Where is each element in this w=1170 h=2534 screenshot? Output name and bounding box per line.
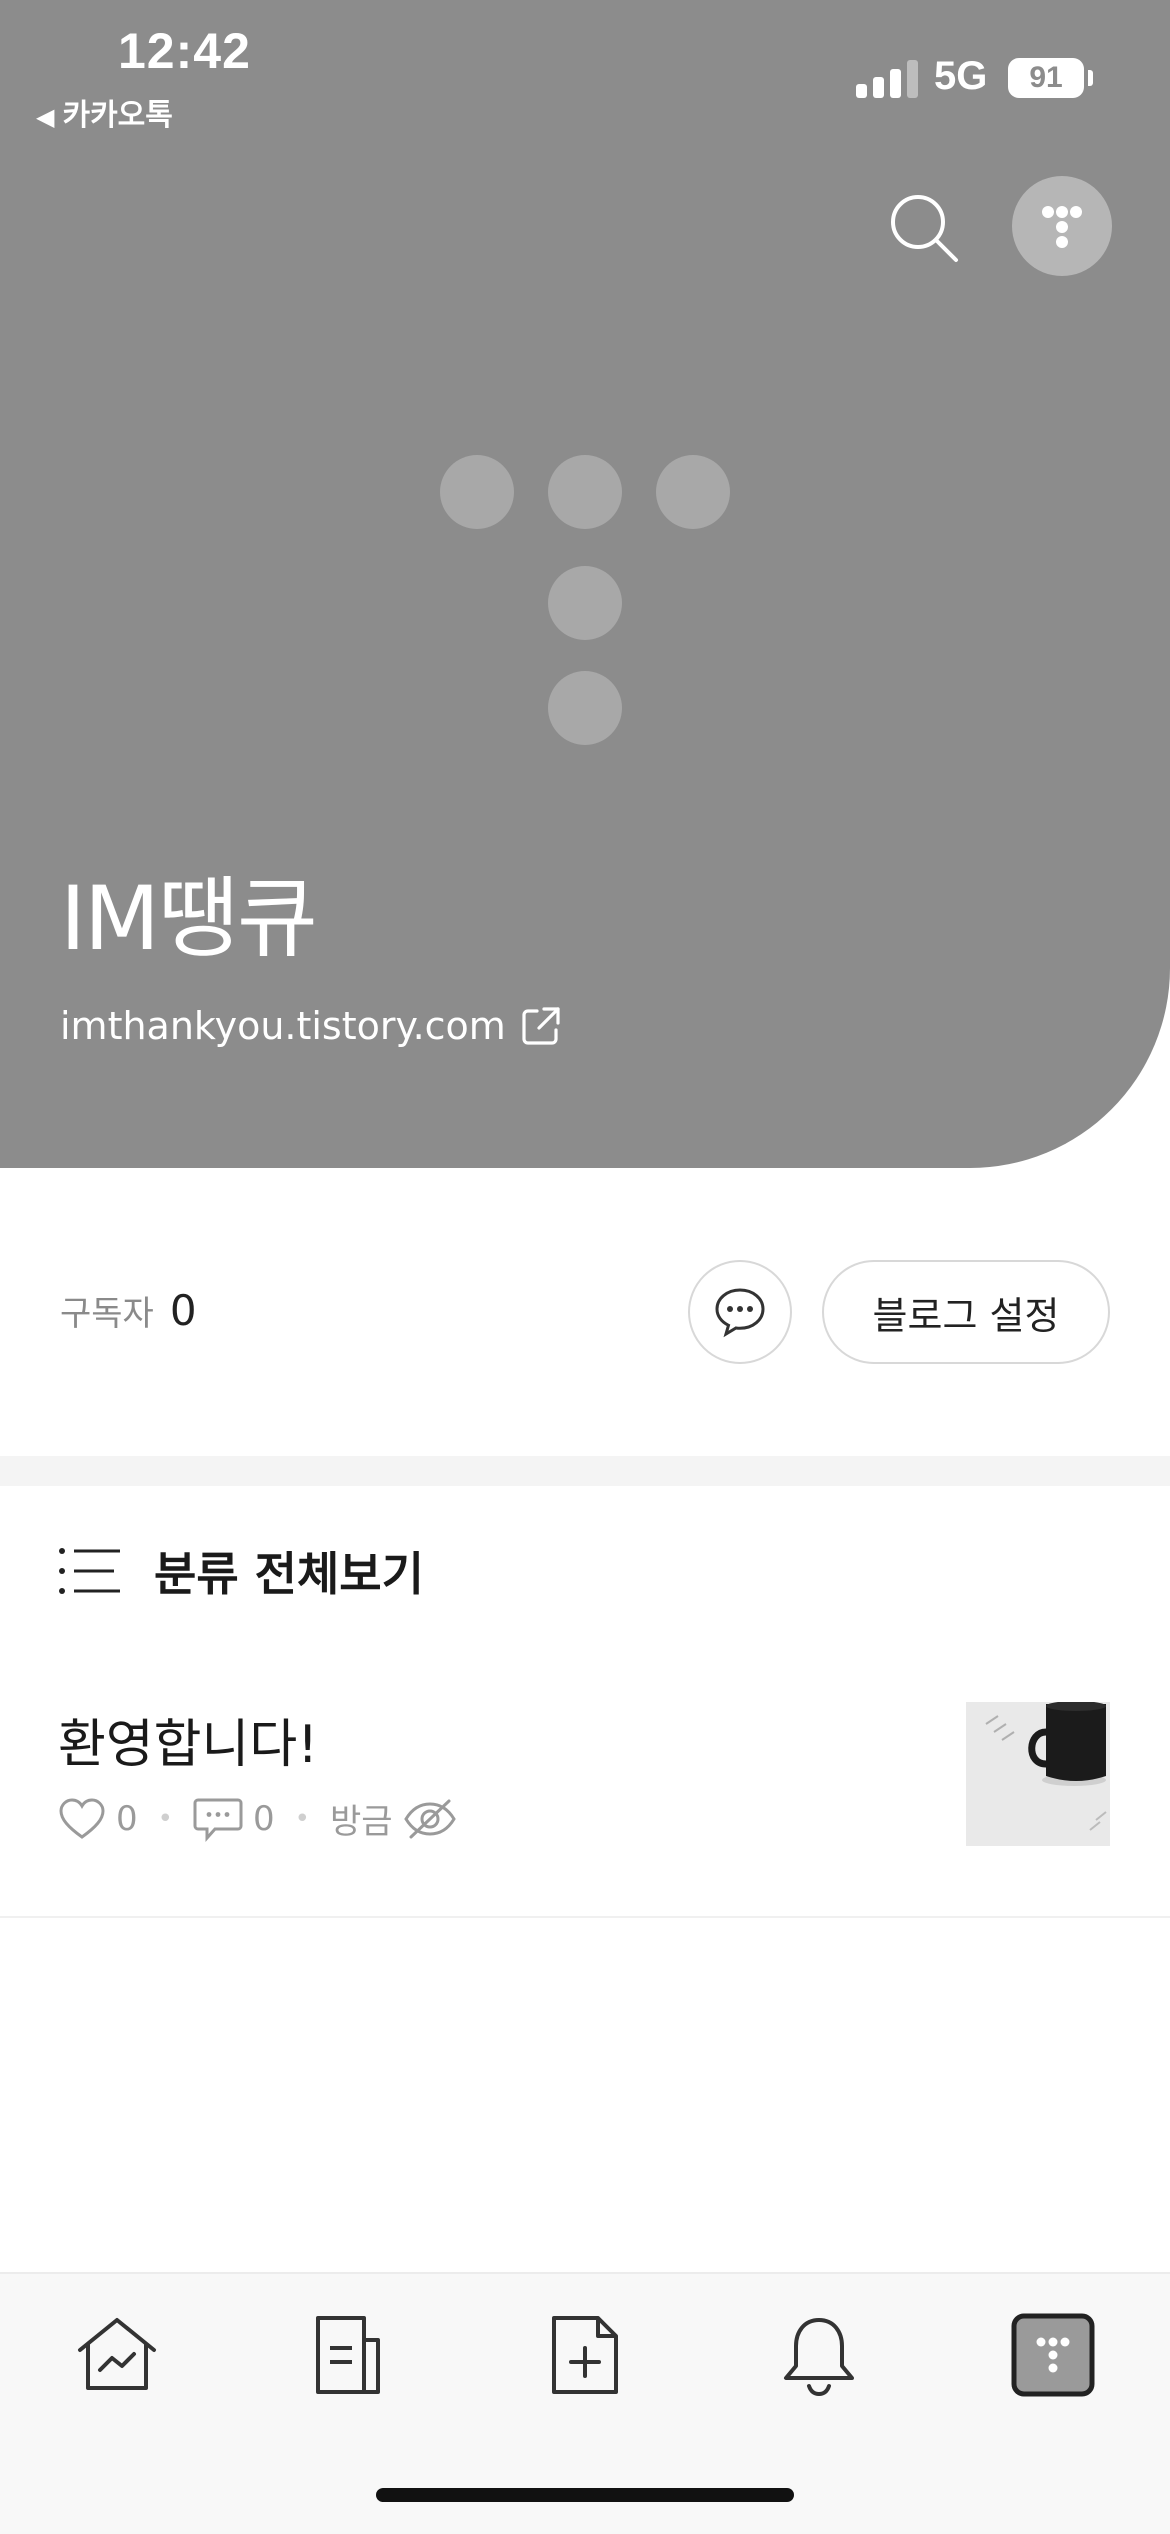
- meta-separator: •: [294, 1803, 310, 1834]
- post-thumbnail: [966, 1702, 1110, 1846]
- battery-icon: 91: [1008, 58, 1084, 98]
- blog-url-text: imthankyou.tistory.com: [60, 1004, 506, 1048]
- meta-separator: •: [157, 1803, 173, 1834]
- tab-home[interactable]: [72, 2310, 162, 2400]
- tistory-logo-large-icon: [440, 455, 730, 745]
- posts-icon: [316, 2316, 380, 2394]
- tab-new-post[interactable]: [540, 2310, 630, 2400]
- home-indicator[interactable]: [376, 2488, 794, 2502]
- home-icon: [78, 2318, 156, 2390]
- blog-hero: 12:42 ◀ 카카오톡 5G 91 IM땡큐 imthankyou.tistor: [0, 0, 1170, 1168]
- back-to-app-button[interactable]: ◀ 카카오톡: [36, 90, 173, 134]
- tistory-logo-icon: [1042, 206, 1082, 248]
- category-all-button[interactable]: 분류 전체보기: [58, 1538, 424, 1604]
- profile-button[interactable]: [1012, 176, 1112, 276]
- tab-posts[interactable]: [306, 2310, 396, 2400]
- heart-icon: [59, 1797, 105, 1839]
- post-meta: 0 • 0 • 방금: [58, 1794, 457, 1843]
- post-time: 방금: [329, 1802, 393, 1842]
- network-label: 5G: [934, 54, 988, 98]
- my-blog-icon: [1011, 2313, 1095, 2397]
- post-item[interactable]: 환영합니다! 0 • 0 • 방금: [0, 1680, 1170, 1918]
- post-title: 환영합니다!: [58, 1715, 319, 1775]
- battery-nub: [1088, 70, 1093, 86]
- external-link-icon: [522, 1007, 560, 1045]
- search-icon: [891, 195, 958, 262]
- notifications-icon: [784, 2318, 854, 2397]
- blog-title: IM땡큐: [60, 867, 318, 970]
- tab-notifications[interactable]: [774, 2310, 864, 2400]
- back-triangle-icon: ◀: [36, 103, 55, 131]
- like-count: 0: [116, 1798, 138, 1839]
- blog-settings-button[interactable]: 블로그 설정: [822, 1260, 1110, 1364]
- comment-count: 0: [252, 1798, 275, 1839]
- signal-icon: [856, 58, 918, 98]
- list-icon: [59, 1548, 120, 1594]
- new-post-icon: [552, 2316, 618, 2394]
- section-divider: [0, 1456, 1170, 1486]
- subscriber-label: 구독자: [60, 1294, 154, 1334]
- search-button[interactable]: [884, 188, 964, 268]
- comment-icon: [193, 1798, 243, 1842]
- subscriber-count[interactable]: 구독자 0: [60, 1286, 197, 1335]
- back-app-label: 카카오톡: [62, 98, 173, 133]
- chat-button[interactable]: [688, 1260, 792, 1364]
- chat-bubble-icon: [715, 1288, 765, 1338]
- category-label: 분류 전체보기: [154, 1547, 424, 1601]
- hidden-eye-icon: [403, 1799, 456, 1838]
- status-time: 12:42: [118, 23, 251, 79]
- tab-my-blog[interactable]: [1008, 2310, 1098, 2400]
- subscriber-number: 0: [169, 1286, 197, 1335]
- blog-url-link[interactable]: imthankyou.tistory.com: [60, 1004, 562, 1048]
- coffee-mug-image: [966, 1702, 1110, 1846]
